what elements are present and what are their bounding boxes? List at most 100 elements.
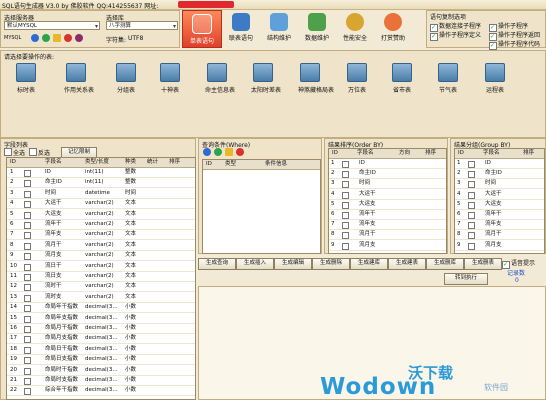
opt-subroutine-code[interactable]: 操作子程序代码 bbox=[489, 39, 540, 50]
edit-icon[interactable] bbox=[225, 148, 233, 156]
table-row[interactable]: 2 命主ID bbox=[455, 169, 544, 180]
table-item[interactable]: 神煞藏格局表 bbox=[298, 63, 334, 94]
action-button[interactable]: 生成建表 bbox=[388, 258, 426, 270]
table-row[interactable]: 8 流月干 bbox=[329, 230, 446, 241]
table-row[interactable]: 10 流日干 varchar(2) 文本 bbox=[7, 262, 195, 272]
table-row[interactable]: 6 流年干 varchar(2) 文本 bbox=[7, 220, 195, 230]
table-row[interactable]: 2 命主ID bbox=[329, 169, 446, 180]
row-type: decimal(3... bbox=[85, 366, 118, 373]
action-button[interactable]: 生成删表 bbox=[464, 258, 502, 270]
table-row[interactable]: 7 流年支 bbox=[455, 220, 544, 231]
table-row[interactable]: 9 流月支 varchar(2) 文本 bbox=[7, 251, 195, 262]
table-row[interactable]: 11 流日支 varchar(2) 文本 bbox=[7, 272, 195, 282]
delete-icon[interactable] bbox=[236, 148, 244, 156]
where-grid[interactable]: ID 类型 条件信息 bbox=[202, 159, 321, 254]
heart-icon[interactable] bbox=[75, 34, 83, 42]
table-item[interactable]: 作用关系表 bbox=[64, 63, 94, 94]
group-grid[interactable]: ID 字段名 排序 1 ID 2 命主ID 3 时间 4 大运干 5 大运支 6 流年干 7 流年支 8 流月… bbox=[454, 148, 545, 254]
table-item[interactable]: 十神表 bbox=[158, 63, 182, 94]
add-icon[interactable] bbox=[42, 34, 50, 42]
delete-icon[interactable] bbox=[64, 34, 72, 42]
table-row[interactable]: 16 命局月干指数 decimal(3... 小数 bbox=[7, 324, 195, 334]
info-icon[interactable] bbox=[203, 148, 211, 156]
table-row[interactable]: 4 大运干 bbox=[455, 190, 544, 200]
order-grid[interactable]: ID 字段名 方向 排序 1 ID 2 命主ID 3 时间 4 大运干 5 大运支 6 流年干 7 流年支… bbox=[328, 148, 447, 254]
table-row[interactable]: 3 时间 datetime 时间 bbox=[7, 189, 195, 199]
table-row[interactable]: 5 大运支 varchar(2) 文本 bbox=[7, 210, 195, 220]
table-item[interactable]: 太阳时差表 bbox=[251, 63, 281, 94]
table-row[interactable]: 17 命局月支指数 decimal(3... 小数 bbox=[7, 334, 195, 345]
table-row[interactable]: 8 流月干 bbox=[455, 230, 544, 241]
table-item[interactable]: 节气表 bbox=[436, 63, 460, 94]
action-button[interactable]: 生成查询 bbox=[198, 258, 236, 270]
table-row[interactable]: 18 命局日干指数 decimal(3... 小数 bbox=[7, 345, 195, 355]
action-button[interactable]: 生成编辑 bbox=[274, 258, 312, 270]
db-select[interactable]: 八字测算 bbox=[106, 21, 178, 31]
row-kind: 小数 bbox=[125, 304, 137, 311]
table-row[interactable]: 13 流时支 varchar(2) 文本 bbox=[7, 293, 195, 303]
table-item[interactable]: 分组表 bbox=[114, 63, 138, 94]
table-row[interactable]: 4 大运干 varchar(2) 文本 bbox=[7, 199, 195, 210]
invert-checkbox[interactable]: 反选 bbox=[29, 148, 50, 157]
table-row[interactable]: 1 ID bbox=[329, 159, 446, 169]
table-row[interactable]: 9 流月支 bbox=[329, 241, 446, 251]
row-field-name: 流时干 bbox=[45, 283, 62, 290]
row-field-name: 命局年干指数 bbox=[45, 304, 79, 311]
tab-structure[interactable]: 结构维护 bbox=[260, 10, 298, 46]
opt-subroutine-def[interactable]: 操作子程序定义 bbox=[430, 30, 481, 41]
table-row[interactable]: 9 流月支 bbox=[455, 241, 544, 251]
action-button[interactable]: 生成建库 bbox=[350, 258, 388, 270]
table-row[interactable]: 4 大运干 bbox=[329, 190, 446, 200]
field-grid[interactable]: ID 字段名 类型/长度 种类 统计 排序 1 ID int(11) 整数 2 命主ID i… bbox=[6, 157, 196, 400]
table-row[interactable]: 8 流月干 varchar(2) 文本 bbox=[7, 241, 195, 251]
action-button[interactable]: 生成插入 bbox=[236, 258, 274, 270]
table-row[interactable]: 2 命主ID int(11) 整数 bbox=[7, 178, 195, 189]
table-row[interactable]: 1 ID bbox=[455, 159, 544, 169]
table-item[interactable]: 万位表 bbox=[345, 63, 369, 94]
table-row[interactable]: 7 流年支 varchar(2) 文本 bbox=[7, 230, 195, 241]
row-id: 7 bbox=[331, 221, 335, 228]
table-row[interactable]: 14 命局年干指数 decimal(3... 小数 bbox=[7, 303, 195, 314]
table-row[interactable]: 12 流时干 varchar(2) 文本 bbox=[7, 282, 195, 293]
tables-label: 请选择要操作的表: bbox=[4, 54, 55, 61]
table-row[interactable]: 5 大运支 bbox=[329, 200, 446, 210]
table-row[interactable]: 6 流年干 bbox=[329, 210, 446, 220]
row-checkbox[interactable] bbox=[24, 388, 31, 397]
tab-performance[interactable]: 性能安全 bbox=[336, 10, 374, 46]
info-icon[interactable] bbox=[31, 34, 39, 42]
edit-icon[interactable] bbox=[53, 34, 61, 42]
row-checkbox[interactable] bbox=[468, 242, 475, 252]
table-row[interactable]: 3 时间 bbox=[455, 179, 544, 190]
table-row[interactable]: 7 流年支 bbox=[329, 220, 446, 231]
row-id: 8 bbox=[457, 231, 461, 238]
action-button[interactable]: 生成删除 bbox=[312, 258, 350, 270]
server-select[interactable]: 默认MYSQL bbox=[4, 21, 100, 31]
table-item[interactable]: 省市表 bbox=[390, 63, 414, 94]
row-checkbox[interactable] bbox=[342, 242, 349, 252]
table-item[interactable]: 标时表 bbox=[14, 63, 38, 94]
table-row[interactable]: 5 大运支 bbox=[455, 200, 544, 210]
table-row[interactable]: 15 命局年支指数 decimal(3... 小数 bbox=[7, 314, 195, 324]
table-row[interactable]: 19 命局日支指数 decimal(3... 小数 bbox=[7, 355, 195, 366]
tab-join-table[interactable]: 联表语句 bbox=[222, 10, 260, 46]
table-row[interactable]: 1 ID int(11) 整数 bbox=[7, 168, 195, 178]
table-row[interactable]: 3 时间 bbox=[329, 179, 446, 190]
row-id: 8 bbox=[10, 241, 14, 248]
table-row[interactable]: 6 流年干 bbox=[455, 210, 544, 220]
row-id: 6 bbox=[10, 221, 14, 227]
execute-button[interactable]: 转到执行 bbox=[444, 273, 488, 285]
tab-data[interactable]: 数据维护 bbox=[298, 10, 336, 46]
select-all-checkbox[interactable]: 全选 bbox=[4, 148, 25, 157]
add-icon[interactable] bbox=[214, 148, 222, 156]
table-row[interactable]: 20 命局时干指数 decimal(3... 小数 bbox=[7, 366, 195, 376]
table-item[interactable]: 命主信息表 bbox=[205, 63, 235, 94]
tab-donate[interactable]: 打赏赞助 bbox=[374, 10, 412, 46]
row-field-name: 流年干 bbox=[45, 221, 62, 227]
table-row[interactable]: 21 命局时支指数 decimal(3... 小数 bbox=[7, 376, 195, 386]
table-row[interactable]: 22 综合年干指数 decimal(3... 小数 bbox=[7, 386, 195, 397]
tab-single-table[interactable]: 单表语句 bbox=[182, 10, 222, 48]
table-item[interactable]: 运程表 bbox=[483, 63, 507, 94]
row-field-name: 命主ID bbox=[45, 179, 62, 186]
row-type: decimal(3... bbox=[85, 304, 118, 311]
action-button[interactable]: 生成删库 bbox=[426, 258, 464, 270]
